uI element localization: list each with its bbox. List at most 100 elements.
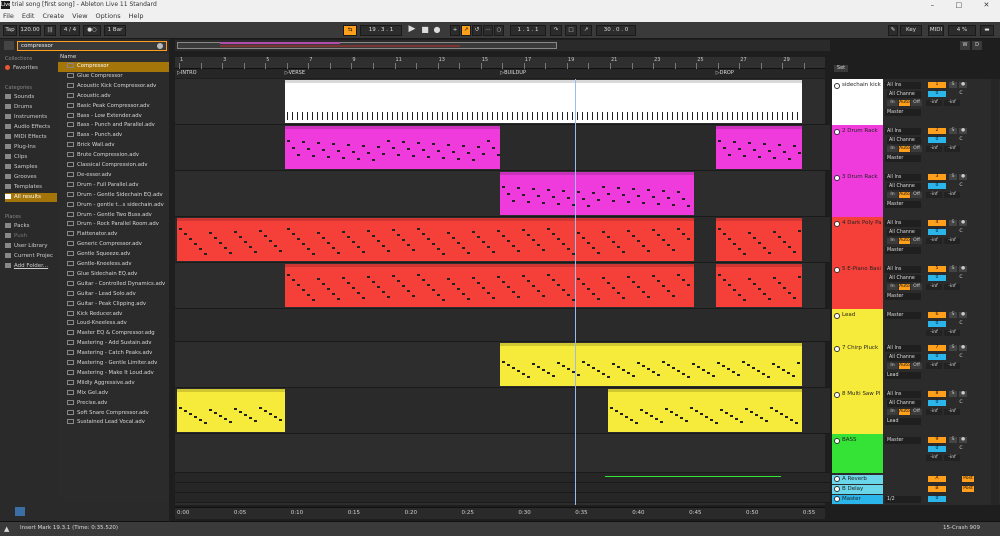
- list-item[interactable]: Glue Sidechain EQ.adv: [58, 270, 169, 280]
- return-track-header[interactable]: A Reverb: [832, 475, 883, 484]
- volume-field[interactable]: 0: [928, 137, 946, 143]
- input-channel-select[interactable]: All Channe: [887, 183, 921, 190]
- midi-clip[interactable]: [608, 389, 802, 432]
- output-select[interactable]: Lead: [885, 418, 921, 425]
- pan-field[interactable]: C: [954, 91, 968, 97]
- play-icon[interactable]: ▶: [407, 25, 417, 36]
- loop-length-field[interactable]: 30 . 0 . 0: [596, 25, 636, 36]
- clip-header[interactable]: [177, 218, 285, 221]
- arm-button[interactable]: ●: [959, 345, 967, 351]
- track-lane[interactable]: [175, 263, 830, 309]
- monitor-auto-button[interactable]: Auto: [899, 100, 910, 106]
- track-header[interactable]: sidechain kick: [832, 79, 883, 125]
- input-type-select[interactable]: All Ins: [885, 174, 921, 181]
- list-item[interactable]: Bass - Low Extender.adv: [58, 112, 169, 122]
- list-item[interactable]: Mastering - Make It Loud.adv: [58, 369, 169, 379]
- locator-intro[interactable]: ▷INTRO: [177, 70, 197, 76]
- send-a-field[interactable]: -inf: [926, 363, 942, 369]
- menu-file[interactable]: File: [3, 10, 14, 22]
- send-a-field[interactable]: -inf: [926, 330, 942, 336]
- track-activator-icon[interactable]: [834, 392, 840, 398]
- sidebar-item-plug-ins[interactable]: Plug-Ins: [5, 144, 57, 150]
- clip-header[interactable]: [608, 389, 802, 392]
- list-item[interactable]: Master EQ & Compressor.adg: [58, 329, 169, 339]
- send-a-field[interactable]: -inf: [926, 192, 942, 198]
- menu-options[interactable]: Options: [96, 10, 121, 22]
- send-b-field[interactable]: -inf: [944, 455, 960, 461]
- track-lane[interactable]: [175, 342, 830, 388]
- return-track-header[interactable]: Master: [832, 495, 883, 504]
- list-item[interactable]: Gentle Squeeze.adv: [58, 250, 169, 260]
- overdub-icon[interactable]: +: [450, 25, 460, 36]
- send-a-field[interactable]: -inf: [926, 100, 942, 106]
- arrangement-view[interactable]: [175, 79, 830, 505]
- arrangement-position-field[interactable]: 19 . 3 . 1: [360, 25, 402, 36]
- monitor-in-button[interactable]: In: [887, 238, 898, 244]
- send-a-field[interactable]: -inf: [926, 284, 942, 290]
- track-lane[interactable]: [175, 79, 830, 125]
- list-item[interactable]: Bass - Punch.adv: [58, 131, 169, 141]
- return-activator-button[interactable]: B: [928, 486, 946, 492]
- input-type-select[interactable]: All Ins: [885, 266, 921, 273]
- master-volume-field[interactable]: 0: [928, 496, 946, 502]
- sidebar-item-current-project[interactable]: Current Projec: [5, 253, 57, 259]
- list-item[interactable]: Acoustic.adv: [58, 92, 169, 102]
- input-type-select[interactable]: All Ins: [885, 128, 921, 135]
- solo-button[interactable]: S: [949, 174, 957, 180]
- monitor-auto-button[interactable]: Auto: [899, 146, 910, 152]
- list-item[interactable]: Drum - Gentle Sidechain EQ.adv: [58, 191, 169, 201]
- midi-clip[interactable]: [284, 126, 501, 169]
- browser-toggle-icon[interactable]: [4, 41, 14, 50]
- midi-map-button[interactable]: MIDI: [928, 25, 944, 36]
- sidebar-item-user-library[interactable]: User Library: [5, 243, 57, 249]
- metronome-icon[interactable]: ●○: [83, 25, 101, 36]
- output-select[interactable]: Master: [885, 155, 921, 162]
- monitor-auto-button[interactable]: Auto: [899, 409, 910, 415]
- volume-field[interactable]: 0: [928, 91, 946, 97]
- monitor-auto-button[interactable]: Auto: [899, 284, 910, 290]
- tempo-field[interactable]: 120.00: [19, 25, 41, 36]
- monitor-off-button[interactable]: Off: [911, 284, 922, 290]
- send-a-field[interactable]: -inf: [926, 455, 942, 461]
- send-b-field[interactable]: -inf: [944, 409, 960, 415]
- return-track-header[interactable]: B Delay: [832, 485, 883, 494]
- list-item[interactable]: Sustained Lead Vocal.adv: [58, 418, 169, 428]
- monitor-auto-button[interactable]: Auto: [899, 192, 910, 198]
- track-activator-icon[interactable]: [834, 486, 840, 492]
- maximize-icon[interactable]: □: [955, 1, 962, 9]
- beat-time-ruler[interactable]: 1 3 5 7 9 11 13 15 17 19 21 23 25 27 29: [175, 57, 825, 69]
- track-activator-icon[interactable]: [834, 476, 840, 482]
- clip-header[interactable]: [284, 126, 501, 129]
- arm-button[interactable]: ●: [959, 312, 967, 318]
- solo-button[interactable]: S: [949, 220, 957, 226]
- track-header[interactable]: 2 Drum Rack: [832, 125, 883, 171]
- solo-button[interactable]: S: [949, 345, 957, 351]
- volume-field[interactable]: 0: [928, 275, 946, 281]
- sidebar-item-grooves[interactable]: Grooves: [5, 174, 57, 180]
- list-item[interactable]: Soft Snare Compressor.adv: [58, 409, 169, 419]
- midi-clip[interactable]: [500, 343, 802, 386]
- automation-arm-icon[interactable]: ↗: [461, 25, 471, 36]
- capture-icon[interactable]: ⋯: [483, 25, 493, 36]
- midi-clip[interactable]: [715, 218, 802, 261]
- input-channel-select[interactable]: All Channe: [887, 354, 921, 361]
- pan-field[interactable]: C: [954, 446, 968, 452]
- send-b-field[interactable]: -inf: [944, 192, 960, 198]
- volume-field[interactable]: 0: [928, 229, 946, 235]
- volume-field[interactable]: 0: [928, 400, 946, 406]
- output-select[interactable]: Master: [885, 109, 921, 116]
- track-activator-icon[interactable]: [834, 438, 840, 444]
- input-channel-select[interactable]: All Channe: [887, 91, 921, 98]
- monitor-auto-button[interactable]: Auto: [899, 238, 910, 244]
- monitor-off-button[interactable]: Off: [911, 409, 922, 415]
- midi-clip[interactable]: [284, 218, 695, 261]
- track-header[interactable]: Lead: [832, 309, 883, 342]
- input-channel-select[interactable]: All Channe: [887, 229, 921, 236]
- monitor-off-button[interactable]: Off: [911, 238, 922, 244]
- monitor-off-button[interactable]: Off: [911, 146, 922, 152]
- punch-in-icon[interactable]: ↷: [550, 25, 562, 36]
- input-type-select[interactable]: All Ins: [885, 82, 921, 89]
- sidebar-item-push[interactable]: Push: [5, 233, 57, 239]
- list-item[interactable]: Drum - Gentle Two Buss.adv: [58, 211, 169, 221]
- arm-button[interactable]: ●: [959, 437, 967, 443]
